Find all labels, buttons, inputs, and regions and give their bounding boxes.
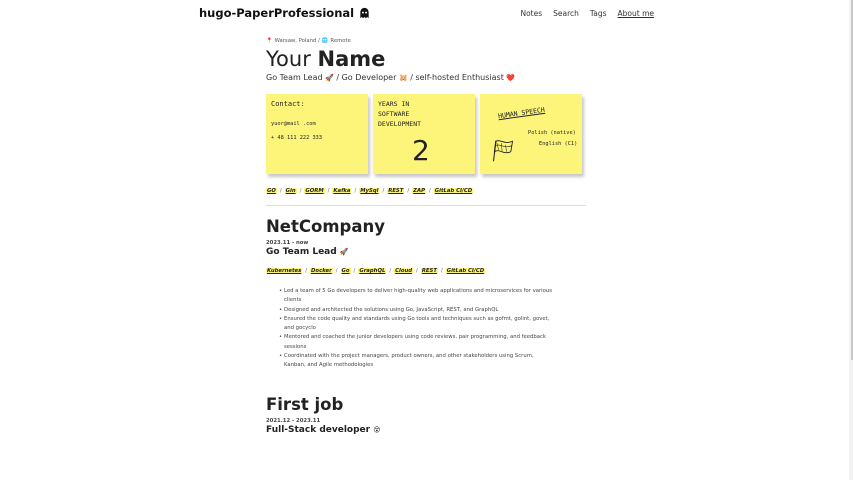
tag-separator: / bbox=[305, 268, 308, 274]
globe-icon: 🌐 bbox=[321, 38, 329, 44]
skill-tag[interactable]: Gin bbox=[284, 188, 297, 194]
skill-tag[interactable]: MySql bbox=[359, 188, 380, 194]
list-item: Coordinated with the project managers, p… bbox=[279, 352, 554, 371]
rocket-icon: 🚀 bbox=[339, 248, 349, 256]
skill-tag[interactable]: Kafka bbox=[332, 188, 352, 194]
experience-note: YEARS IN SOFTWARE DEVELOPMENT 2 bbox=[373, 94, 475, 174]
tag-separator: / bbox=[429, 188, 431, 194]
job-title-text: Go Team Lead bbox=[266, 247, 337, 257]
skill-tag[interactable]: GO bbox=[266, 188, 277, 194]
tag-separator: / bbox=[353, 268, 356, 274]
nav-notes[interactable]: Notes bbox=[520, 9, 542, 18]
company-name: First job bbox=[266, 394, 344, 414]
ghost-icon bbox=[360, 7, 369, 18]
tag-separator: / bbox=[327, 188, 330, 194]
job-tag[interactable]: Docker bbox=[310, 268, 333, 274]
name-bold: Name bbox=[317, 47, 386, 71]
location-text: Warsaw, Poland / bbox=[274, 38, 320, 44]
years-value: 2 bbox=[412, 134, 430, 167]
job-tag[interactable]: Cloud bbox=[394, 268, 414, 274]
heart-icon: ❤️ bbox=[506, 74, 516, 82]
skill-tags: GO / Gin / GORM / Kafka / MySql / REST /… bbox=[266, 188, 586, 194]
job-responsibilities: Led a team of 5 Go developers to deliver… bbox=[279, 287, 554, 371]
main-nav: Notes Search Tags About me bbox=[520, 9, 654, 18]
job-tag[interactable]: GitLab CI/CD bbox=[445, 268, 486, 274]
location-line: 📍 Warsaw, Poland / 🌐 Remote bbox=[266, 38, 586, 44]
tag-separator: / bbox=[389, 268, 392, 274]
skill-tag[interactable]: ZAP bbox=[412, 188, 426, 194]
nav-tags[interactable]: Tags bbox=[590, 9, 607, 18]
years-line-2: SOFTWARE bbox=[378, 110, 410, 118]
tag-separator: / bbox=[440, 268, 443, 274]
language-polish: Polish (native) bbox=[528, 130, 576, 136]
roles-line: Go Team Lead 🚀 / Go Developer 🐹 / self-h… bbox=[266, 73, 586, 82]
list-item: Led a team of 5 Go developers to deliver… bbox=[279, 287, 554, 306]
job-period: 2021.12 - 2023.11 bbox=[266, 417, 321, 424]
job-tag[interactable]: REST bbox=[420, 268, 438, 274]
skill-tag[interactable]: GitLab CI/CD bbox=[433, 188, 474, 194]
language-english: English (C1) bbox=[539, 141, 578, 147]
section-divider bbox=[266, 205, 586, 206]
job-period: 2023.11 - now bbox=[266, 240, 309, 246]
contact-title: Contact: bbox=[271, 100, 305, 108]
tag-separator: / bbox=[354, 188, 357, 194]
brand-title[interactable]: hugo-PaperProfessional bbox=[199, 6, 354, 20]
name-prefix: Your bbox=[266, 47, 311, 71]
tag-separator: / bbox=[335, 268, 338, 274]
tag-separator: / bbox=[279, 188, 282, 194]
remote-text: Remote bbox=[330, 38, 351, 44]
job-title: Go Team Lead 🚀 bbox=[266, 247, 586, 257]
skill-tag[interactable]: GORM bbox=[304, 188, 325, 194]
tag-separator: / bbox=[299, 188, 302, 194]
job-tag[interactable]: GraphQL bbox=[358, 268, 387, 274]
role-go-developer: / Go Developer bbox=[336, 73, 397, 82]
tag-separator: / bbox=[416, 268, 418, 274]
contact-email[interactable]: yuor@mail .com bbox=[271, 121, 316, 127]
speech-title: HUMAN SPEECH bbox=[497, 105, 546, 121]
page-scrollbar[interactable] bbox=[849, 0, 853, 480]
nav-search[interactable]: Search bbox=[553, 9, 579, 18]
list-item: Designed and architected the solutions u… bbox=[279, 306, 554, 316]
site-header: hugo-PaperProfessional Notes Search Tags… bbox=[0, 0, 853, 30]
list-item: Mentored and coached the junior develope… bbox=[279, 333, 554, 352]
contact-note: Contact: yuor@mail .com + 48 111 222 333 bbox=[266, 94, 368, 174]
tag-separator: / bbox=[382, 188, 385, 194]
languages-note: HUMAN SPEECH Polish (native) English (C1… bbox=[480, 94, 582, 174]
contact-phone[interactable]: + 48 111 222 333 bbox=[271, 135, 322, 141]
role-team-lead: Go Team Lead bbox=[266, 73, 323, 82]
job-tags: Kubernetes / Docker / Go / GraphQL / Clo… bbox=[266, 268, 586, 274]
skill-tag[interactable]: REST bbox=[387, 188, 405, 194]
company-name: NetCompany bbox=[266, 217, 385, 236]
job-tag[interactable]: Go bbox=[340, 268, 351, 274]
years-line-1: YEARS IN bbox=[378, 100, 410, 108]
nav-about-me[interactable]: About me bbox=[618, 9, 654, 18]
rocket-icon: 🚀 bbox=[325, 74, 334, 82]
job-title-text: Full-Stack developer bbox=[266, 424, 371, 435]
list-item: Ensured the code quality and standards u… bbox=[279, 315, 554, 334]
site-brand[interactable]: hugo-PaperProfessional bbox=[199, 6, 371, 20]
tag-separator: / bbox=[407, 188, 410, 194]
gopher-icon: 🐹 bbox=[398, 74, 408, 82]
pin-icon: 📍 bbox=[266, 38, 273, 44]
role-self-hosted: / self-hosted Enthusiast bbox=[410, 73, 504, 82]
profile-content: 📍 Warsaw, Poland / 🌐 Remote Your Name Go… bbox=[266, 38, 586, 435]
dizzy-face-icon: 😵 bbox=[373, 425, 381, 434]
job-title: Full-Stack developer 😵 bbox=[266, 425, 586, 435]
person-name: Your Name bbox=[266, 46, 586, 72]
flag-icon bbox=[492, 140, 514, 162]
sticky-notes: Contact: yuor@mail .com + 48 111 222 333… bbox=[266, 94, 586, 176]
years-line-3: DEVELOPMENT bbox=[378, 120, 422, 128]
job-tag[interactable]: Kubernetes bbox=[266, 268, 303, 274]
